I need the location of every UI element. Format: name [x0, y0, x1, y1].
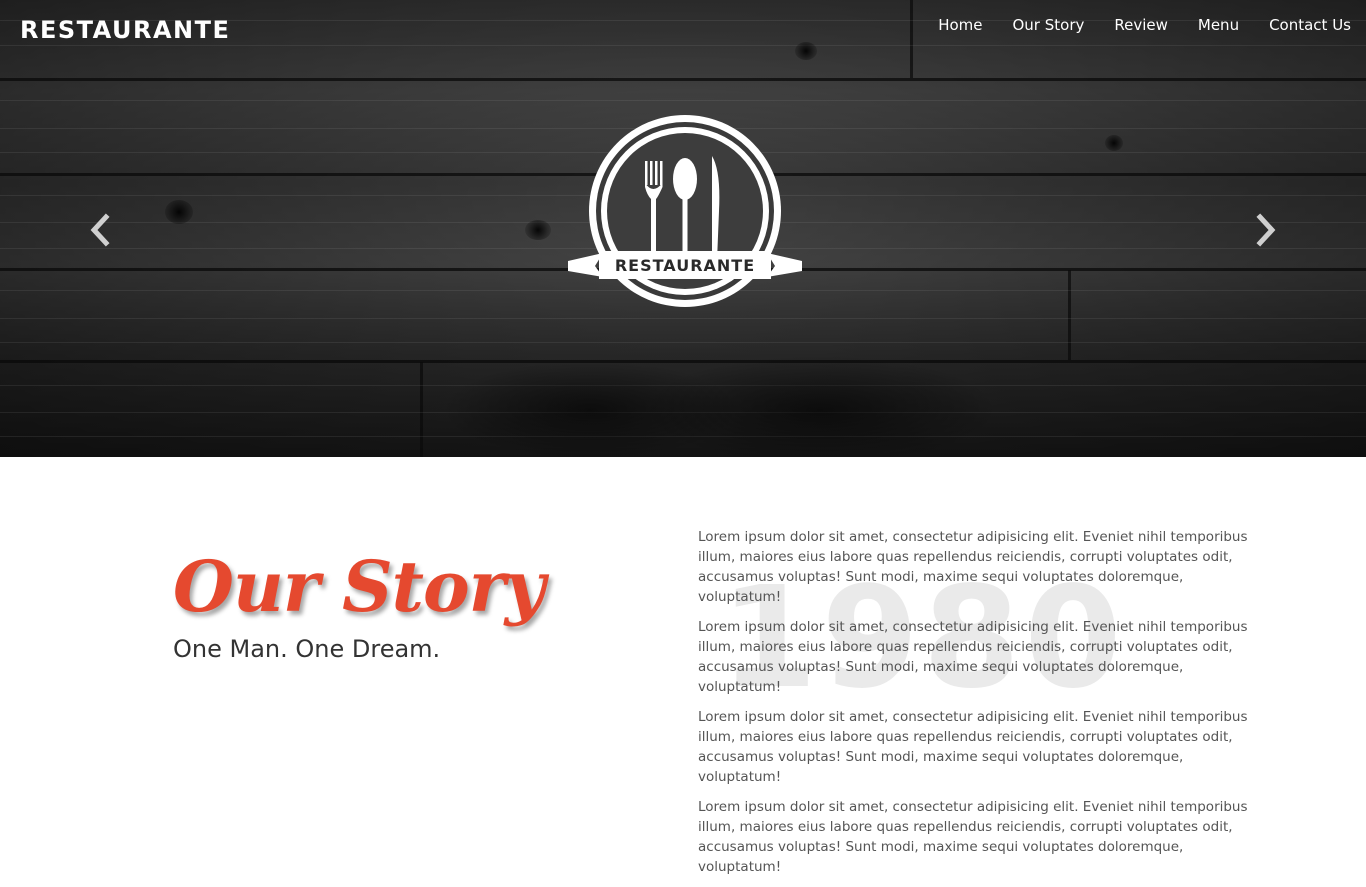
nav-contact-us[interactable]: Contact Us [1269, 16, 1351, 34]
story-paragraph: Lorem ipsum dolor sit amet, consectetur … [698, 709, 1248, 785]
section-title: Our Story [173, 545, 545, 628]
story-paragraph: Lorem ipsum dolor sit amet, consectetur … [698, 799, 1248, 875]
section-subtitle: One Man. One Dream. [173, 635, 441, 663]
carousel-prev-button[interactable] [86, 213, 116, 247]
story-paragraph: Lorem ipsum dolor sit amet, consectetur … [698, 619, 1248, 695]
nav-menu[interactable]: Menu [1198, 16, 1239, 34]
emblem-text: RESTAURANTE [614, 256, 756, 275]
story-paragraph: Lorem ipsum dolor sit amet, consectetur … [698, 529, 1248, 605]
nav-home[interactable]: Home [938, 16, 982, 34]
chevron-left-icon [90, 213, 110, 247]
our-story-section: 1980 Our Story One Man. One Dream. Lorem… [0, 457, 1366, 875]
brand-logo[interactable]: RESTAURANTE [20, 16, 230, 44]
chevron-right-icon [1256, 213, 1276, 247]
nav-review[interactable]: Review [1114, 16, 1168, 34]
restaurant-emblem: RESTAURANTE [565, 111, 805, 316]
hero-banner: RESTAURANTE Home Our Story Review Menu C… [0, 0, 1366, 457]
main-nav: Home Our Story Review Menu Contact Us [938, 16, 1351, 34]
carousel-next-button[interactable] [1250, 213, 1280, 247]
cutlery-emblem-icon [568, 115, 802, 307]
nav-our-story[interactable]: Our Story [1012, 16, 1084, 34]
story-paragraphs: Lorem ipsum dolor sit amet, consectetur … [698, 527, 1263, 887]
